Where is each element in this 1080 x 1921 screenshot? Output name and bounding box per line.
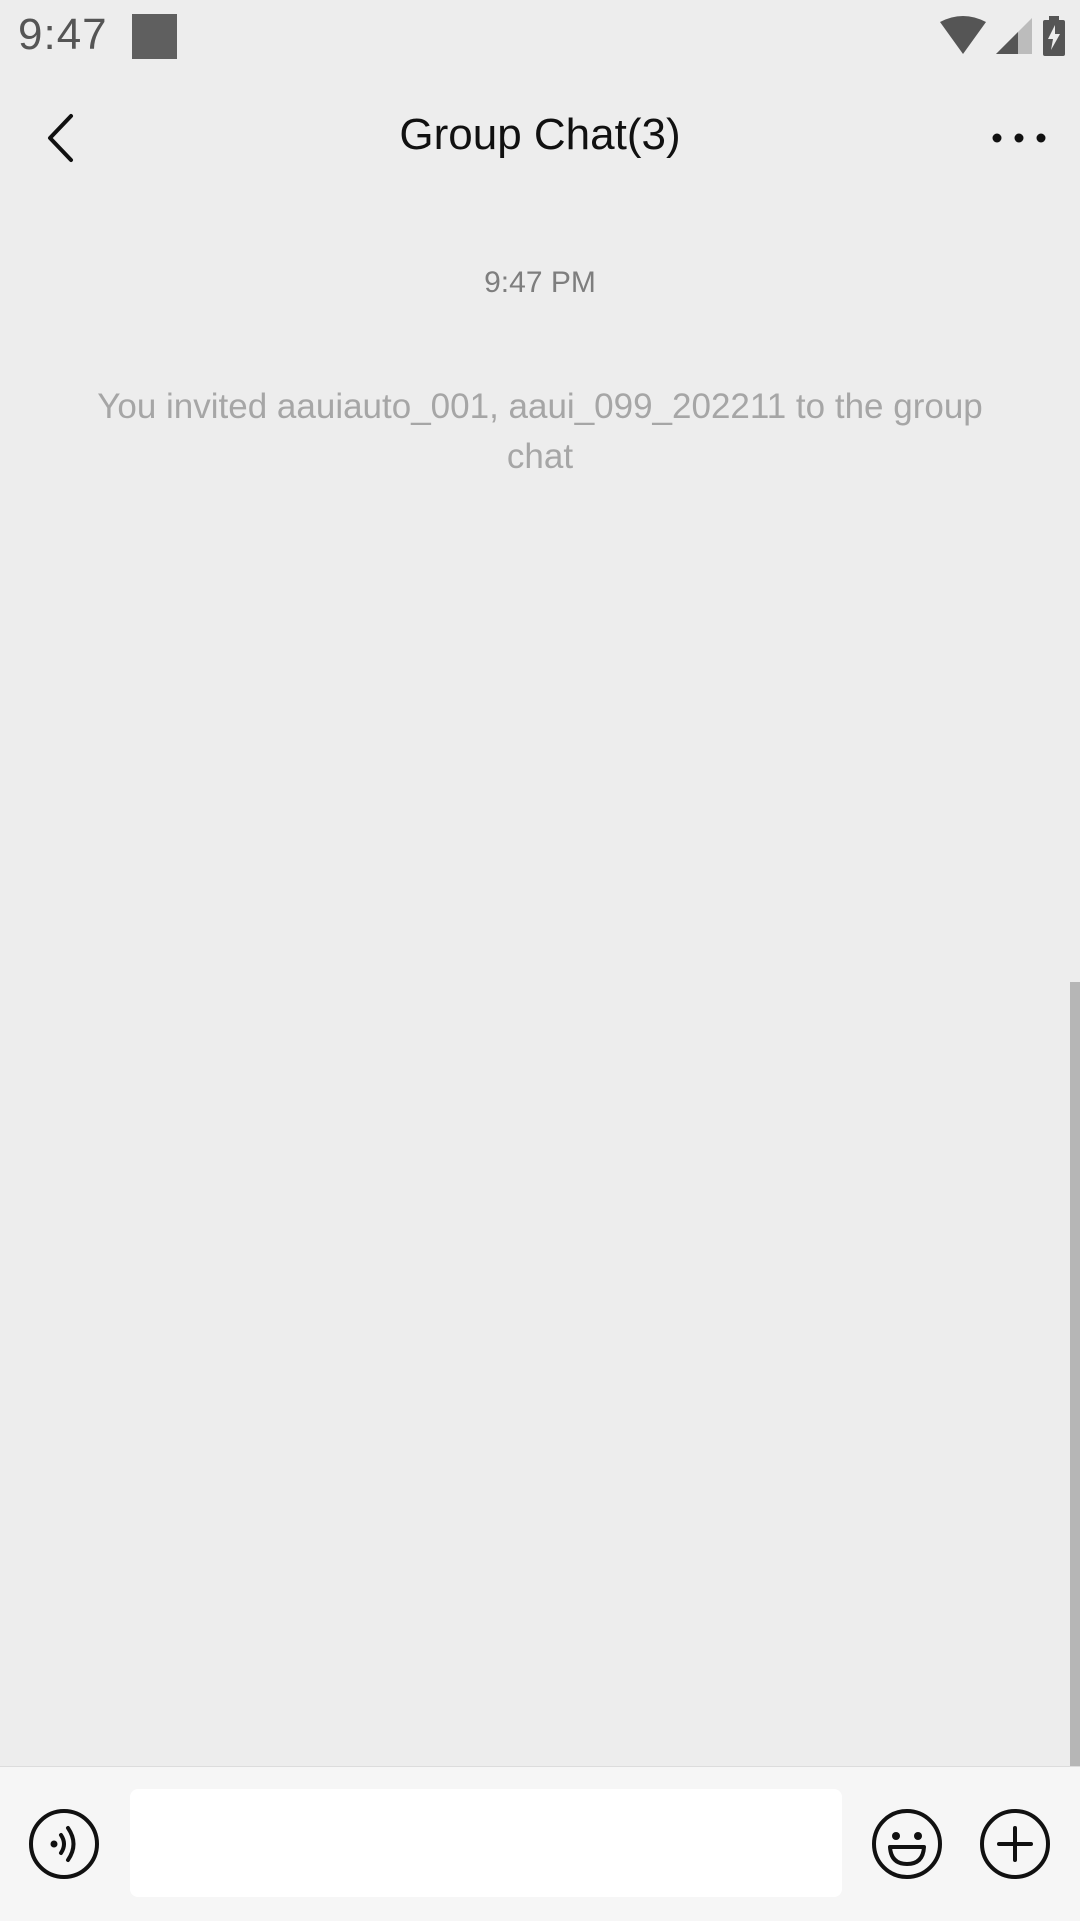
- more-horizontal-icon: [992, 133, 1046, 143]
- voice-icon: [29, 1809, 99, 1879]
- signal-icon: [996, 18, 1032, 54]
- message-input[interactable]: [130, 1789, 842, 1897]
- notification-square-icon: [132, 14, 177, 59]
- page-title: Group Chat(3): [399, 110, 681, 159]
- system-message: You invited aauiauto_001, aaui_099_20221…: [97, 387, 983, 476]
- emoji-icon: [872, 1809, 942, 1879]
- plus-button[interactable]: [979, 1808, 1051, 1880]
- message-timestamp: 9:47 PM: [484, 266, 596, 299]
- input-bar: [0, 1766, 1080, 1921]
- status-time: 9:47: [18, 10, 108, 59]
- chat-message-area[interactable]: 9:47 PM You invited aauiauto_001, aaui_0…: [0, 204, 1080, 1769]
- battery-charging-icon: [1043, 16, 1065, 56]
- wifi-icon: [940, 16, 986, 54]
- plus-icon: [980, 1809, 1050, 1879]
- scrollbar[interactable]: [1070, 982, 1080, 1769]
- emoji-button[interactable]: [871, 1808, 943, 1880]
- more-button[interactable]: [986, 114, 1052, 162]
- chat-header: Group Chat(3): [0, 72, 1080, 204]
- status-icons: [940, 14, 1066, 58]
- status-bar: 9:47: [0, 0, 1080, 72]
- voice-button[interactable]: [28, 1808, 100, 1880]
